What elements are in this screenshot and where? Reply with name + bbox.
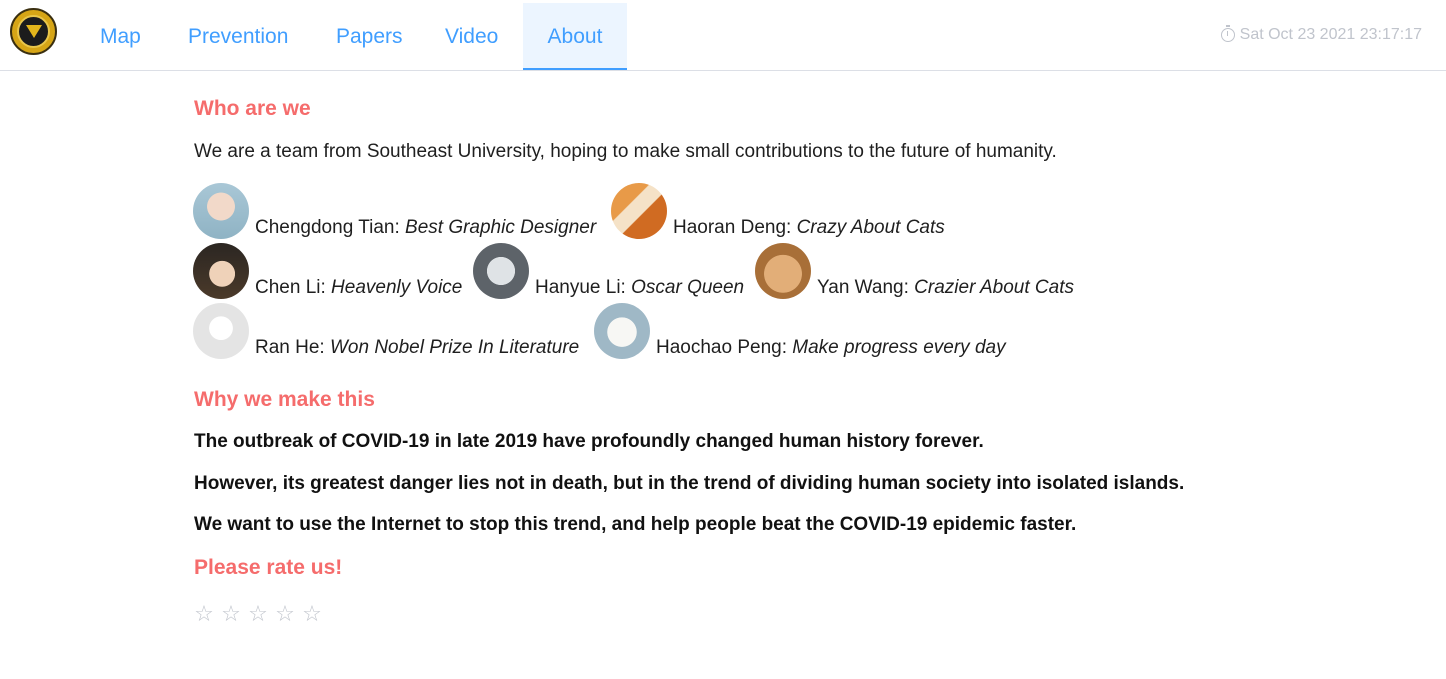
why-paragraph: The outbreak of COVID-19 in late 2019 ha…: [194, 431, 984, 452]
member-role: Heavenly Voice: [331, 277, 463, 298]
member-label: Haochao Peng: Make progress every day: [656, 337, 1006, 359]
avatar: [193, 303, 249, 359]
member-role: Won Nobel Prize In Literature: [329, 337, 580, 358]
member-label: Chengdong Tian: Best Graphic Designer: [255, 217, 596, 239]
member-role: Crazier About Cats: [914, 277, 1074, 298]
star-rating[interactable]: ☆ ☆ ☆ ☆ ☆: [192, 603, 324, 625]
member-ran-he: Ran He: Won Nobel Prize In Literature: [193, 301, 579, 359]
avatar: [193, 183, 249, 239]
member-haochao-peng: Haochao Peng: Make progress every day: [594, 301, 1006, 359]
member-yan-wang: Yan Wang: Crazier About Cats: [755, 241, 1074, 299]
member-label: Ran He: Won Nobel Prize In Literature: [255, 337, 579, 359]
nav-tab-video[interactable]: Video: [423, 3, 520, 70]
member-role: Make progress every day: [792, 337, 1006, 358]
nav-tab-papers[interactable]: Papers: [314, 3, 425, 70]
why-we-make-this-heading: Why we make this: [194, 388, 375, 411]
member-label: Haoran Deng: Crazy About Cats: [673, 217, 945, 239]
member-label: Chen Li: Heavenly Voice: [255, 277, 462, 299]
member-role: Best Graphic Designer: [405, 217, 597, 238]
member-name: Chen Li:: [255, 277, 332, 298]
timer-icon: [1220, 25, 1235, 42]
team-intro-text: We are a team from Southeast University,…: [194, 141, 1057, 162]
member-name: Haochao Peng:: [656, 337, 793, 358]
member-label: Hanyue Li: Oscar Queen: [535, 277, 744, 299]
nav-tab-prevention[interactable]: Prevention: [166, 3, 310, 70]
member-haoran-deng: Haoran Deng: Crazy About Cats: [611, 181, 945, 239]
datetime-display: Sat Oct 23 2021 23:17:17: [1220, 25, 1422, 44]
star-icon[interactable]: ☆: [246, 603, 270, 625]
university-logo[interactable]: [10, 8, 57, 55]
member-role: Oscar Queen: [631, 277, 745, 298]
nav-tab-about[interactable]: About: [523, 3, 627, 70]
star-icon[interactable]: ☆: [219, 603, 243, 625]
avatar: [611, 183, 667, 239]
member-name: Haoran Deng:: [673, 217, 797, 238]
top-navbar: Map Prevention Papers Video About Sat Oc…: [0, 0, 1446, 71]
member-name: Hanyue Li:: [535, 277, 632, 298]
member-name: Yan Wang:: [817, 277, 915, 298]
datetime-text: Sat Oct 23 2021 23:17:17: [1239, 26, 1422, 43]
nav-tab-map[interactable]: Map: [78, 3, 163, 70]
star-icon[interactable]: ☆: [273, 603, 297, 625]
member-hanyue-li: Hanyue Li: Oscar Queen: [473, 241, 744, 299]
avatar: [594, 303, 650, 359]
logo-emblem: [17, 15, 50, 48]
member-label: Yan Wang: Crazier About Cats: [817, 277, 1074, 299]
member-name: Chengdong Tian:: [255, 217, 406, 238]
rate-us-heading: Please rate us!: [194, 556, 343, 579]
avatar: [473, 243, 529, 299]
member-chengdong-tian: Chengdong Tian: Best Graphic Designer: [193, 181, 596, 239]
member-role: Crazy About Cats: [796, 217, 945, 238]
star-icon[interactable]: ☆: [300, 603, 324, 625]
avatar: [193, 243, 249, 299]
logo-shield-icon: [25, 25, 42, 38]
member-name: Ran He:: [255, 337, 330, 358]
avatar: [755, 243, 811, 299]
member-chen-li: Chen Li: Heavenly Voice: [193, 241, 462, 299]
why-paragraph: However, its greatest danger lies not in…: [194, 473, 1185, 494]
who-are-we-heading: Who are we: [194, 97, 311, 120]
star-icon[interactable]: ☆: [192, 603, 216, 625]
why-paragraph: We want to use the Internet to stop this…: [194, 514, 1077, 535]
